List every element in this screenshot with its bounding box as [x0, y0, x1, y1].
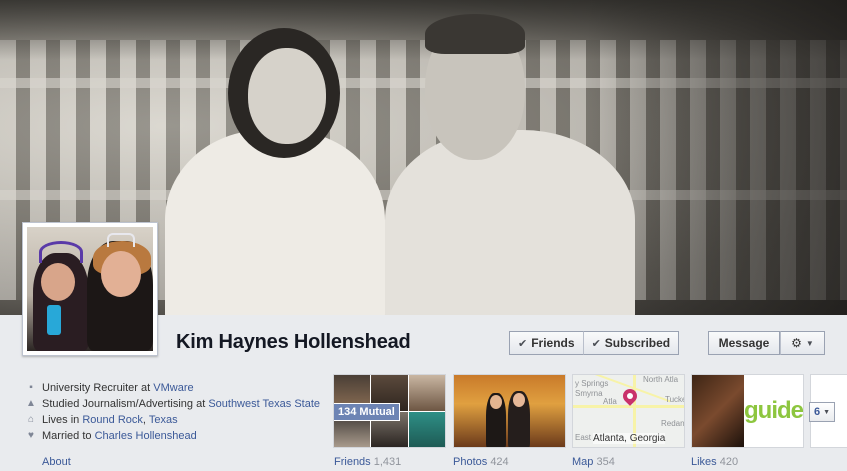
map-label: Tucke — [665, 395, 685, 404]
profile-face-right — [101, 251, 141, 297]
map-tab-text: Map — [572, 456, 594, 468]
check-icon: ✔ — [518, 337, 528, 350]
cover-woman-body — [165, 130, 385, 315]
profile-name[interactable]: Kim Haynes Hollenshead — [176, 331, 411, 354]
more-tabs-button[interactable]: 6 ▼ — [809, 402, 835, 422]
likes-tab-label[interactable]: Likes 420 — [691, 456, 738, 468]
photos-tab-label[interactable]: Photos 424 — [453, 456, 509, 468]
gear-icon: ⚙ — [791, 336, 802, 350]
friends-thumbnail[interactable]: 134 Mutual — [333, 374, 446, 448]
photo-face-right — [513, 393, 525, 407]
likes-preview: guide — [692, 375, 803, 447]
cover-man-hair — [425, 14, 525, 54]
about-tab-link[interactable]: About — [42, 456, 71, 468]
likes-count: 420 — [719, 456, 739, 468]
map-label: Redan — [661, 419, 685, 428]
settings-dropdown-button[interactable]: ⚙ ▼ — [780, 331, 825, 355]
about-summary: ▪ University Recruiter at VMware ▲ Studi… — [26, 380, 326, 444]
crown-icon — [107, 233, 135, 247]
likes-thumbnail[interactable]: guide — [691, 374, 804, 448]
friends-button-label: Friends — [531, 336, 575, 350]
more-tabs-count: 6 — [813, 406, 821, 418]
map-label: Atla — [603, 397, 617, 406]
friend-photo — [408, 375, 445, 411]
map-label: y Springs — [575, 379, 609, 388]
graduation-icon: ▲ — [26, 398, 36, 409]
about-education: ▲ Studied Journalism/Advertising at Sout… — [26, 396, 326, 412]
about-relationship: ♥ Married to Charles Hollenshead — [26, 428, 326, 444]
about-location-prefix: Lives in — [42, 414, 83, 426]
map-count: 354 — [596, 456, 615, 468]
about-relationship-text: Married to Charles Hollenshead — [42, 430, 197, 442]
employer-link[interactable]: VMware — [153, 382, 193, 394]
chevron-down-icon: ▼ — [823, 408, 831, 416]
liked-page-logo: guide — [744, 375, 803, 447]
profile-picture[interactable] — [22, 222, 158, 356]
friends-count: 1,431 — [373, 456, 402, 468]
likes-tab-text: Likes — [691, 456, 717, 468]
message-button-label: Message — [718, 336, 770, 350]
map-caption: Atlanta, Georgia — [593, 433, 666, 444]
map-thumbnail[interactable]: y Springs North Atla Smyrna Atla Tucke R… — [572, 374, 685, 448]
spouse-link[interactable]: Charles Hollenshead — [95, 430, 197, 442]
about-work-prefix: University Recruiter at — [42, 382, 154, 394]
about-work-text: University Recruiter at VMware — [42, 382, 194, 394]
liked-page-photo — [692, 375, 744, 447]
map-preview: y Springs North Atla Smyrna Atla Tucke R… — [573, 375, 684, 447]
photos-tab-text: Photos — [453, 456, 488, 468]
about-location-text: Lives in Round Rock, Texas — [42, 414, 178, 426]
friends-tab-label[interactable]: Friends 1,431 — [334, 456, 401, 468]
about-work: ▪ University Recruiter at VMware — [26, 380, 326, 396]
photos-count: 424 — [490, 456, 509, 468]
map-label: North Atla — [643, 375, 679, 384]
about-location: ⌂ Lives in Round Rock, Texas — [26, 412, 326, 428]
friends-button[interactable]: ✔ Friends — [509, 331, 583, 355]
cover-woman-face — [248, 48, 326, 144]
briefcase-icon: ▪ — [29, 382, 33, 393]
heart-icon: ♥ — [28, 430, 34, 441]
map-pin-dot — [627, 393, 633, 399]
friend-photo — [408, 411, 445, 447]
relationship-button-group: ✔ Friends ✔ Subscribed — [509, 331, 680, 355]
profile-picture-image — [27, 227, 153, 351]
state-link[interactable]: Texas — [149, 414, 178, 426]
tiara-icon — [39, 241, 83, 263]
map-label: Smyrna — [575, 389, 603, 398]
city-link[interactable]: Round Rock — [82, 414, 143, 426]
photos-preview-image — [454, 375, 565, 447]
subscribed-button[interactable]: ✔ Subscribed — [582, 331, 680, 355]
photo-face-left — [490, 395, 502, 409]
map-label: East — [575, 433, 592, 442]
chevron-down-icon: ▼ — [805, 338, 814, 348]
mutual-friends-badge: 134 Mutual — [334, 403, 400, 421]
photos-thumbnail[interactable] — [453, 374, 566, 448]
cup-icon — [47, 305, 61, 335]
about-education-prefix: Studied Journalism/Advertising at — [42, 398, 209, 410]
map-tab-label[interactable]: Map 354 — [572, 456, 615, 468]
friends-tab-text: Friends — [334, 456, 371, 468]
cover-man-body — [385, 130, 635, 315]
about-relationship-prefix: Married to — [42, 430, 95, 442]
profile-face-left — [41, 263, 75, 301]
message-button[interactable]: Message — [708, 331, 780, 355]
about-education-text: Studied Journalism/Advertising at Southw… — [42, 398, 320, 410]
home-icon: ⌂ — [27, 414, 35, 425]
school-link[interactable]: Southwest Texas State — [208, 398, 320, 410]
check-icon: ✔ — [591, 337, 601, 350]
more-tabs-panel: 6 ▼ — [809, 374, 847, 448]
subscribed-button-label: Subscribed — [604, 336, 671, 350]
